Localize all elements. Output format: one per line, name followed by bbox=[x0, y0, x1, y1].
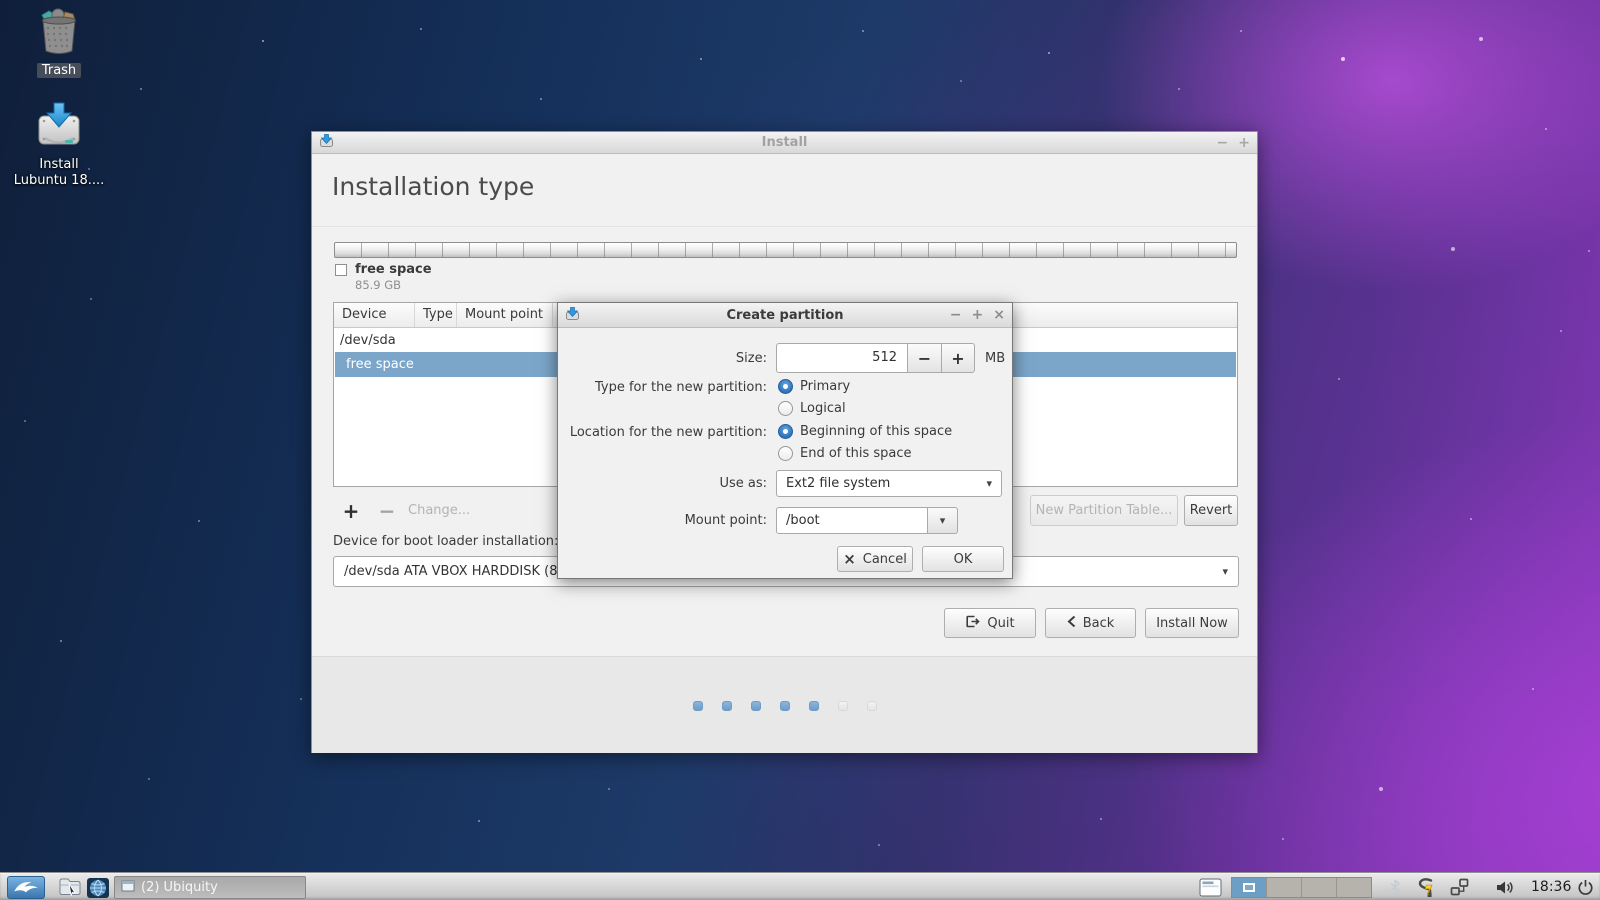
back-button[interactable]: Back bbox=[1045, 608, 1136, 638]
remove-partition-button[interactable]: − bbox=[375, 498, 399, 524]
progress-dot bbox=[780, 701, 790, 711]
type-label: Type for the new partition: bbox=[558, 380, 767, 395]
radio-unselected-icon bbox=[778, 401, 793, 416]
progress-dots bbox=[312, 701, 1257, 711]
add-partition-button[interactable]: + bbox=[339, 498, 363, 524]
chevron-down-icon: ▾ bbox=[940, 514, 946, 527]
close-icon: × bbox=[843, 552, 856, 567]
quit-button[interactable]: Quit bbox=[944, 608, 1036, 638]
legend-label: free space bbox=[355, 262, 432, 277]
radio-primary[interactable]: Primary bbox=[778, 378, 850, 395]
use-as-select[interactable]: Ext2 file system ▾ bbox=[776, 470, 1002, 497]
window-icon bbox=[121, 880, 135, 896]
pager-window-icon bbox=[1243, 883, 1255, 892]
dialog-titlebar[interactable]: Create partition − + × bbox=[558, 303, 1012, 328]
cancel-button[interactable]: × Cancel bbox=[837, 546, 913, 572]
size-label: Size: bbox=[558, 351, 767, 366]
radio-end[interactable]: End of this space bbox=[778, 445, 912, 462]
size-decrement-button[interactable]: − bbox=[907, 343, 941, 373]
desktop-pager bbox=[1231, 877, 1372, 898]
desktop: Trash Install bbox=[0, 0, 1600, 900]
install-app-icon bbox=[319, 133, 334, 152]
header-divider bbox=[312, 226, 1257, 227]
trash-icon bbox=[34, 6, 84, 62]
size-input[interactable]: 512 bbox=[776, 343, 907, 373]
partition-bar bbox=[334, 242, 1237, 258]
new-partition-table-button[interactable]: New Partition Table... bbox=[1030, 495, 1178, 526]
chevron-down-icon: ▾ bbox=[1222, 565, 1228, 578]
radio-selected-icon bbox=[778, 379, 793, 394]
pager-desktop-3[interactable] bbox=[1302, 878, 1337, 897]
create-partition-dialog: Create partition − + × Size: 512 − + MB … bbox=[557, 302, 1013, 579]
progress-dot bbox=[809, 701, 819, 711]
window-title: Install bbox=[312, 135, 1257, 150]
file-manager-icon[interactable] bbox=[58, 877, 82, 900]
pager-desktop-2[interactable] bbox=[1267, 878, 1302, 897]
legend-size: 85.9 GB bbox=[355, 278, 432, 292]
quit-icon bbox=[965, 615, 980, 632]
dialog-minimize-button[interactable]: − bbox=[950, 308, 962, 322]
start-menu-button[interactable] bbox=[7, 876, 45, 899]
chevron-down-icon: ▾ bbox=[986, 477, 992, 490]
wizard-footer bbox=[312, 656, 1257, 753]
mount-point-dropdown-button[interactable]: ▾ bbox=[927, 507, 958, 534]
pager-desktop-1[interactable] bbox=[1232, 878, 1267, 897]
volume-icon[interactable] bbox=[1496, 880, 1516, 899]
install-now-button[interactable]: Install Now bbox=[1145, 608, 1239, 638]
show-desktop-icon[interactable] bbox=[1199, 878, 1222, 900]
clock[interactable]: 18:36 bbox=[1531, 874, 1571, 900]
install-drive-icon bbox=[35, 100, 83, 154]
dialog-close-button[interactable]: × bbox=[993, 308, 1005, 322]
network-places-icon[interactable] bbox=[1450, 878, 1469, 900]
progress-dot bbox=[867, 701, 877, 711]
trash-label: Trash bbox=[37, 63, 81, 78]
column-header-device[interactable]: Device bbox=[334, 303, 415, 327]
ok-button[interactable]: OK bbox=[922, 546, 1004, 572]
radio-logical[interactable]: Logical bbox=[778, 400, 846, 417]
bootloader-label: Device for boot loader installation: bbox=[333, 534, 558, 549]
pager-desktop-4[interactable] bbox=[1337, 878, 1371, 897]
web-browser-icon[interactable] bbox=[86, 877, 110, 900]
radio-selected-icon bbox=[778, 424, 793, 439]
column-header-type[interactable]: Type bbox=[415, 303, 457, 327]
maximize-button[interactable]: + bbox=[1238, 136, 1250, 150]
taskbar: (2) Ubiquity bbox=[0, 873, 1600, 900]
legend-color-box bbox=[335, 264, 347, 276]
progress-dot bbox=[693, 701, 703, 711]
desktop-icon-trash[interactable]: Trash bbox=[19, 6, 99, 78]
size-increment-button[interactable]: + bbox=[941, 343, 975, 373]
column-header-mount-point[interactable]: Mount point bbox=[457, 303, 553, 327]
back-chevron-icon bbox=[1067, 615, 1076, 632]
network-status-icon[interactable] bbox=[1414, 877, 1438, 900]
change-button[interactable]: Change... bbox=[408, 498, 480, 524]
minimize-button[interactable]: − bbox=[1217, 136, 1229, 150]
power-icon[interactable] bbox=[1577, 879, 1594, 900]
install-lubuntu-label: Install Lubuntu 18.... bbox=[14, 157, 105, 189]
radio-unselected-icon bbox=[778, 446, 793, 461]
page-title: Installation type bbox=[332, 172, 534, 201]
size-spinner: 512 − + bbox=[776, 343, 975, 373]
location-label: Location for the new partition: bbox=[558, 425, 767, 440]
revert-button[interactable]: Revert bbox=[1184, 495, 1238, 526]
progress-dot bbox=[838, 701, 848, 711]
dialog-app-icon bbox=[565, 306, 580, 325]
size-unit-label: MB bbox=[985, 351, 1005, 366]
lubuntu-logo-icon bbox=[12, 877, 40, 899]
mount-point-input[interactable]: /boot bbox=[776, 507, 928, 534]
progress-dot bbox=[751, 701, 761, 711]
dialog-maximize-button[interactable]: + bbox=[972, 308, 984, 322]
taskbar-item-ubiquity[interactable]: (2) Ubiquity bbox=[114, 876, 306, 899]
radio-beginning[interactable]: Beginning of this space bbox=[778, 423, 952, 440]
free-space-legend: free space 85.9 GB bbox=[335, 262, 432, 292]
desktop-icon-install-lubuntu[interactable]: Install Lubuntu 18.... bbox=[11, 100, 107, 189]
bluetooth-icon[interactable] bbox=[1390, 879, 1400, 899]
stars bbox=[0, 0, 2, 2]
use-as-label: Use as: bbox=[558, 476, 767, 491]
progress-dot bbox=[722, 701, 732, 711]
install-window-titlebar[interactable]: Install − + bbox=[312, 132, 1257, 154]
mount-point-label: Mount point: bbox=[558, 513, 767, 528]
dialog-title: Create partition bbox=[558, 308, 1012, 323]
